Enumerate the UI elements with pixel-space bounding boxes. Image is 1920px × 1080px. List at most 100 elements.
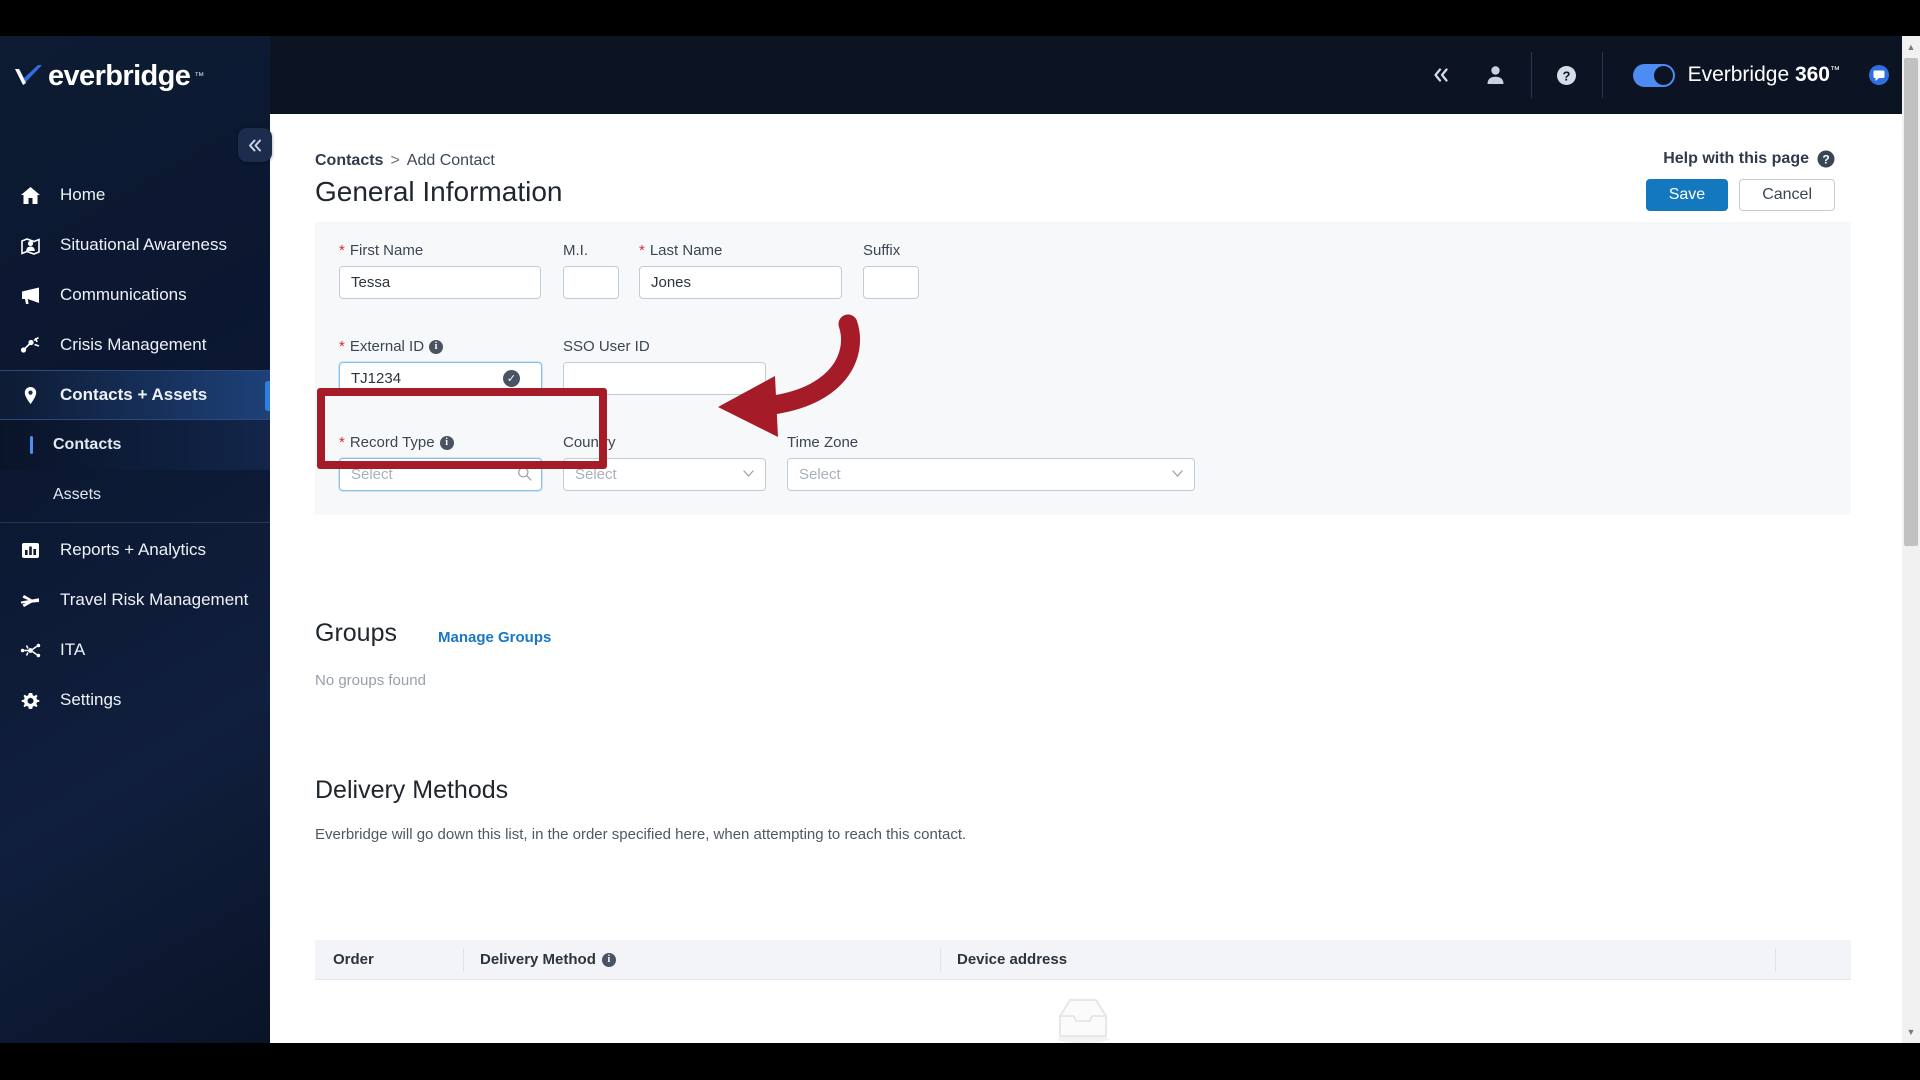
check-circle-icon: ✓ bbox=[503, 370, 520, 387]
sidebar-item-settings[interactable]: Settings bbox=[0, 675, 270, 725]
chevron-double-left-icon bbox=[1434, 68, 1448, 82]
suffix-input[interactable] bbox=[863, 266, 919, 299]
country-label: Country bbox=[563, 434, 616, 451]
brand-prefix: Everbridge bbox=[1687, 63, 1795, 86]
map-pin-person-icon bbox=[20, 235, 48, 255]
sidebar-item-label: Home bbox=[60, 185, 106, 204]
suffix-label: Suffix bbox=[863, 242, 900, 259]
browser-viewport: everbridge ™ Home Situational Awareness … bbox=[0, 36, 1920, 1043]
svg-text:?: ? bbox=[1822, 152, 1829, 166]
delivery-methods-subtitle: Everbridge will go down this list, in th… bbox=[315, 826, 967, 843]
user-icon bbox=[1487, 66, 1504, 84]
time-zone-select[interactable]: Select bbox=[787, 458, 1195, 491]
info-icon[interactable]: i bbox=[429, 339, 444, 354]
sidebar-item-label: ITA bbox=[60, 640, 86, 659]
label-text: Country bbox=[563, 434, 616, 451]
sso-user-id-label: SSO User ID bbox=[563, 338, 650, 355]
svg-text:?: ? bbox=[1563, 68, 1571, 83]
sidebar-subitem-label: Contacts bbox=[53, 436, 122, 453]
everbridge-logo[interactable]: everbridge ™ bbox=[14, 60, 204, 93]
label-text: Last Name bbox=[649, 242, 723, 259]
info-icon[interactable]: i bbox=[601, 952, 616, 967]
sidebar-subitem-label: Assets bbox=[53, 486, 102, 503]
empty-inbox-icon bbox=[1057, 999, 1109, 1043]
chat-bubble-button[interactable] bbox=[1868, 64, 1890, 86]
topbar-user-button[interactable] bbox=[1469, 36, 1523, 114]
sidebar-item-ita[interactable]: ITA bbox=[0, 625, 270, 675]
delivery-methods-table-header: Order Delivery Method i Device address bbox=[315, 940, 1851, 980]
record-type-select[interactable]: Select bbox=[339, 458, 542, 491]
last-name-input[interactable] bbox=[639, 266, 842, 299]
breadcrumb-current: Add Contact bbox=[406, 152, 495, 169]
top-bar: ? Everbridge 360™ bbox=[270, 36, 1920, 114]
breadcrumb-contacts-link[interactable]: Contacts bbox=[315, 152, 383, 169]
middle-initial-input[interactable] bbox=[563, 266, 619, 299]
topbar-collapse-button[interactable] bbox=[1415, 36, 1469, 114]
header-divider-2 bbox=[940, 949, 941, 971]
everbridge-360-toggle[interactable] bbox=[1632, 63, 1675, 87]
label-text: SSO User ID bbox=[563, 338, 650, 355]
help-with-this-page-link[interactable]: Help with this page ? bbox=[1663, 150, 1835, 168]
chat-bubble-icon bbox=[1869, 65, 1889, 85]
sidebar-item-contacts-assets[interactable]: Contacts + Assets bbox=[0, 370, 270, 420]
column-label: Delivery Method bbox=[480, 951, 596, 968]
question-circle-icon: ? bbox=[1817, 150, 1835, 168]
label-text: Suffix bbox=[863, 242, 901, 259]
sidebar-item-reports-analytics[interactable]: Reports + Analytics bbox=[0, 525, 270, 575]
sidebar-item-crisis-management[interactable]: Crisis Management bbox=[0, 320, 270, 370]
sidebar-item-label: Communications bbox=[60, 285, 187, 304]
topbar-help-button[interactable]: ? bbox=[1540, 36, 1594, 114]
sidebar-item-contacts[interactable]: Contacts bbox=[0, 420, 270, 470]
breadcrumb: Contacts > Add Contact bbox=[315, 152, 495, 170]
sidebar-item-label: Travel Risk Management bbox=[60, 590, 249, 609]
chevron-double-left-icon bbox=[248, 139, 261, 151]
info-icon[interactable]: i bbox=[439, 435, 454, 450]
scrollbar-thumb[interactable] bbox=[1904, 58, 1918, 546]
time-zone-select-value: Select bbox=[787, 458, 1195, 491]
page-title: General Information bbox=[315, 176, 563, 207]
scrollbar-up-button[interactable]: ▲ bbox=[1902, 38, 1920, 56]
topbar-divider bbox=[1530, 52, 1532, 98]
logo-trademark: ™ bbox=[194, 71, 205, 82]
crisis-nodes-icon bbox=[20, 335, 48, 355]
country-select[interactable]: Select bbox=[563, 458, 766, 491]
sidebar-item-travel-risk-management[interactable]: Travel Risk Management bbox=[0, 575, 270, 625]
first-name-input[interactable] bbox=[339, 266, 541, 299]
everbridge-360-label: Everbridge 360™ bbox=[1688, 63, 1840, 87]
country-select-value: Select bbox=[563, 458, 766, 491]
sidebar-nav: Home Situational Awareness Communication… bbox=[0, 170, 270, 725]
delivery-methods-empty-state: No Data bbox=[270, 994, 1896, 1043]
manage-groups-link[interactable]: Manage Groups bbox=[438, 629, 551, 646]
first-name-label: * First Name bbox=[339, 242, 423, 259]
page-scrollbar[interactable]: ▲ ▼ bbox=[1902, 36, 1920, 1043]
groups-heading: Groups bbox=[315, 619, 397, 647]
sidebar-item-label: Contacts + Assets bbox=[60, 385, 208, 404]
question-circle-icon: ? bbox=[1557, 65, 1577, 85]
sidebar-item-home[interactable]: Home bbox=[0, 170, 270, 220]
header-divider-3 bbox=[1775, 949, 1776, 971]
required-asterisk: * bbox=[339, 338, 345, 355]
time-zone-label: Time Zone bbox=[787, 434, 858, 451]
sidebar-item-label: Reports + Analytics bbox=[60, 540, 206, 559]
everbridge-360-toggle-group[interactable]: Everbridge 360™ bbox=[1611, 63, 1854, 87]
sidebar-item-situational-awareness[interactable]: Situational Awareness bbox=[0, 220, 270, 270]
save-button[interactable]: Save bbox=[1645, 179, 1729, 211]
network-nodes-icon bbox=[20, 640, 48, 660]
sso-user-id-input[interactable] bbox=[563, 362, 766, 395]
groups-empty-text: No groups found bbox=[315, 672, 426, 689]
left-sidebar: everbridge ™ Home Situational Awareness … bbox=[0, 36, 272, 1043]
sidebar-item-label: Situational Awareness bbox=[60, 235, 227, 254]
label-text: Time Zone bbox=[787, 434, 859, 451]
main-content: Contacts > Add Contact General Information… bbox=[270, 114, 1920, 1043]
sidebar-item-communications[interactable]: Communications bbox=[0, 270, 270, 320]
home-icon bbox=[20, 185, 48, 205]
location-pin-icon bbox=[20, 385, 48, 405]
scrollbar-down-button[interactable]: ▼ bbox=[1902, 1023, 1920, 1041]
label-text: First Name bbox=[349, 242, 424, 259]
header-divider bbox=[463, 949, 464, 971]
sidebar-item-assets[interactable]: Assets bbox=[0, 470, 270, 520]
sidebar-collapse-button[interactable] bbox=[238, 128, 272, 162]
cancel-button[interactable]: Cancel bbox=[1739, 179, 1835, 211]
required-asterisk: * bbox=[639, 242, 645, 259]
page-actions: Save Cancel bbox=[1645, 179, 1835, 211]
